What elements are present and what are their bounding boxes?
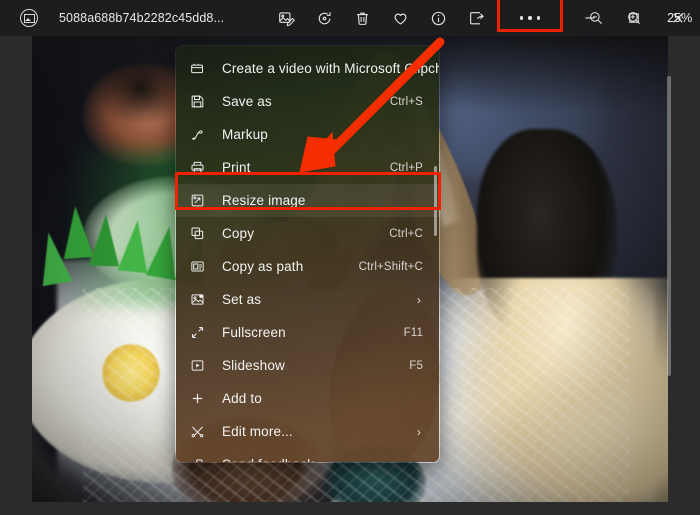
menu-item-label: Send feedback <box>222 457 429 462</box>
edit-image-icon[interactable] <box>267 2 305 34</box>
menu-item-print[interactable]: Print Ctrl+P <box>176 151 439 184</box>
menu-item-label: Markup <box>222 127 268 142</box>
chevron-right-icon: › <box>416 292 421 307</box>
menu-item-copy[interactable]: Copy Ctrl+C <box>176 217 439 250</box>
menu-item-accel: Ctrl+C <box>389 227 423 240</box>
markup-icon <box>190 126 212 144</box>
menu-item-markup[interactable]: Markup <box>176 118 439 151</box>
menu-item-accel: F5 <box>409 359 423 372</box>
menu-item-set-as[interactable]: Set as › <box>176 283 439 316</box>
minimize-button[interactable] <box>568 0 612 36</box>
plus-icon <box>190 390 212 408</box>
menu-item-accel: Ctrl+Shift+C <box>358 260 423 273</box>
chevron-right-icon: › <box>416 424 421 439</box>
copy-path-icon <box>190 258 212 276</box>
menu-item-accel: F11 <box>403 326 423 339</box>
print-icon <box>190 159 212 177</box>
delete-icon[interactable] <box>343 2 381 34</box>
info-icon[interactable] <box>419 2 457 34</box>
menu-item-label: Copy as path <box>222 259 304 274</box>
share-icon[interactable] <box>457 2 495 34</box>
menu-item-label: Add to <box>222 391 262 406</box>
favorite-icon[interactable] <box>381 2 419 34</box>
menu-item-label: Resize image <box>222 193 306 208</box>
context-menu-scrollbar[interactable] <box>434 166 437 236</box>
menu-item-label: Edit more... <box>222 424 293 439</box>
maximize-button[interactable] <box>612 0 656 36</box>
menu-item-send-feedback[interactable]: Send feedback <box>176 448 439 462</box>
menu-item-accel: Ctrl+S <box>389 95 423 108</box>
menu-item-accel: Ctrl+P <box>389 161 423 174</box>
window-controls <box>568 0 700 36</box>
menu-item-label: Fullscreen <box>222 325 286 340</box>
canvas-scrollbar[interactable] <box>667 76 671 376</box>
image-toolbar <box>267 0 564 34</box>
ellipsis-icon <box>519 16 541 20</box>
title-bar: 5088a688b74b2282c45dd8... 25% <box>0 0 700 36</box>
menu-item-fullscreen[interactable]: Fullscreen F11 <box>176 316 439 349</box>
menu-item-label: Set as <box>222 292 262 307</box>
menu-item-copy-as-path[interactable]: Copy as path Ctrl+Shift+C <box>176 250 439 283</box>
menu-item-resize-image[interactable]: Resize image <box>176 184 439 217</box>
context-menu-list: Create a video with Microsoft Clipchamp … <box>176 46 439 462</box>
menu-item-edit-more[interactable]: Edit more... › <box>176 415 439 448</box>
menu-item-label: Create a video with Microsoft Clipchamp <box>222 61 439 76</box>
see-more-button[interactable] <box>497 0 564 34</box>
send-feedback-icon <box>190 456 212 462</box>
menu-item-slideshow[interactable]: Slideshow F5 <box>176 349 439 382</box>
file-name-title: 5088a688b74b2282c45dd8... <box>59 11 225 25</box>
slideshow-icon <box>190 357 212 375</box>
menu-item-save-as[interactable]: Save as Ctrl+S <box>176 85 439 118</box>
set-as-icon <box>190 291 212 309</box>
close-button[interactable] <box>656 0 700 36</box>
menu-item-create-video[interactable]: Create a video with Microsoft Clipchamp <box>176 52 439 85</box>
photos-app-icon <box>20 9 38 27</box>
save-icon <box>190 93 212 111</box>
edit-more-icon <box>190 423 212 441</box>
copy-icon <box>190 225 212 243</box>
rotate-icon[interactable] <box>305 2 343 34</box>
menu-item-add-to[interactable]: Add to <box>176 382 439 415</box>
clipchamp-icon <box>190 60 212 78</box>
more-options-context-menu: Create a video with Microsoft Clipchamp … <box>175 45 440 463</box>
menu-item-label: Save as <box>222 94 272 109</box>
menu-item-label: Print <box>222 160 251 175</box>
resize-icon <box>190 192 212 210</box>
menu-item-label: Slideshow <box>222 358 285 373</box>
fullscreen-icon <box>190 324 212 342</box>
menu-item-label: Copy <box>222 226 255 241</box>
photos-app-window: 5088a688b74b2282c45dd8... 25% Create a v… <box>0 0 700 515</box>
